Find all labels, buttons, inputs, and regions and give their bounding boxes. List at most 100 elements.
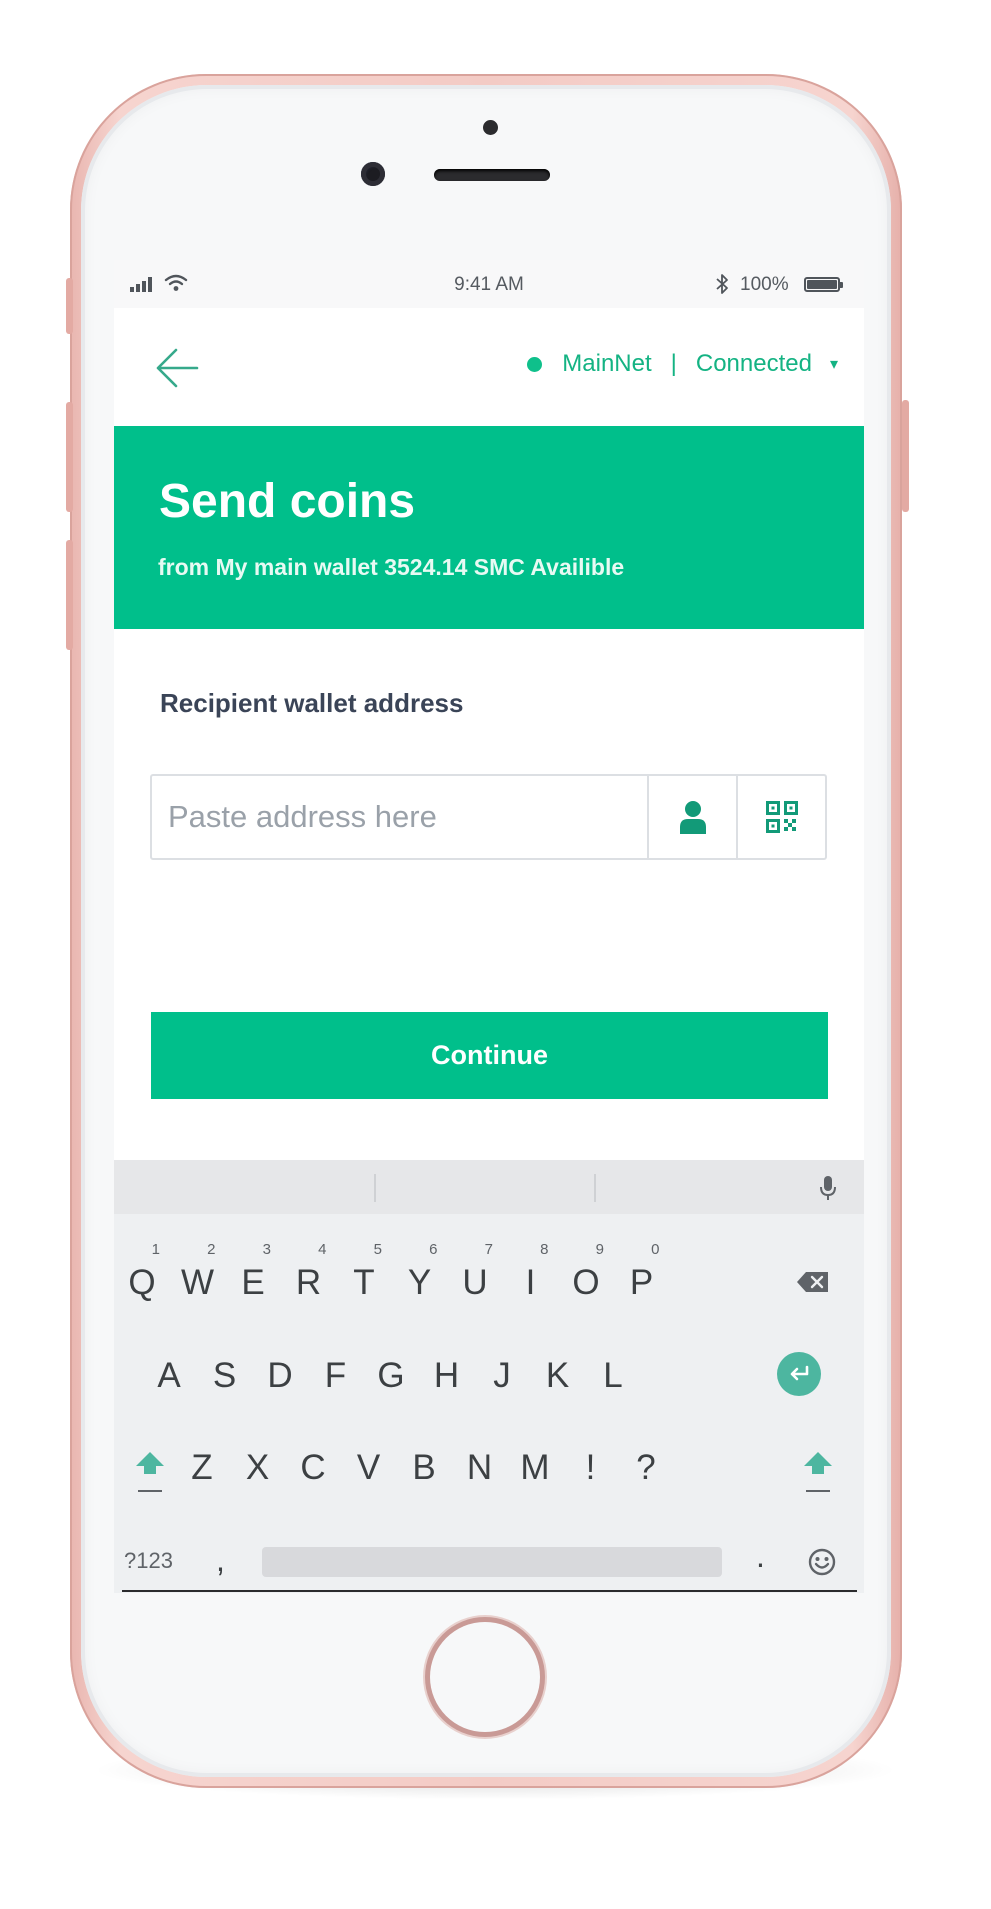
key-label: X [245,1448,270,1487]
key-b[interactable]: B [394,1438,454,1498]
key-h[interactable]: H [417,1346,477,1406]
key-question[interactable]: ? [616,1438,676,1498]
shift-key-left[interactable] [134,1450,166,1494]
comma-key[interactable]: , [216,1542,225,1579]
key-t[interactable]: T5 [334,1241,394,1313]
key-number-hint: 1 [151,1241,160,1258]
key-label: P [629,1263,654,1302]
key-label: V [356,1448,381,1487]
suggestion-divider [594,1174,596,1202]
key-number-hint: 3 [262,1241,271,1258]
network-status-dot [527,356,543,372]
page-title: Send coins [159,475,416,528]
volume-up-button [66,402,73,512]
mute-switch [66,278,73,334]
status-bar: 9:41 AM 100% [114,260,864,308]
key-k[interactable]: K [528,1346,588,1406]
key-a[interactable]: A [139,1346,199,1406]
network-selector[interactable]: MainNet | Connected ▾ [527,350,838,378]
key-d[interactable]: D [250,1346,310,1406]
key-number-hint: 6 [429,1241,438,1258]
key-i[interactable]: I8 [501,1241,561,1313]
contacts-button[interactable] [647,776,736,858]
key-label: Y [407,1263,432,1302]
key-f[interactable]: F [306,1346,366,1406]
key-m[interactable]: M [505,1438,565,1498]
key-l[interactable]: L [583,1346,643,1406]
arrow-left-icon[interactable] [155,348,199,388]
qr-code-icon [765,801,798,833]
chevron-down-icon: ▾ [829,356,838,373]
wallet-balance-subtitle: from My main wallet 3524.14 SMC Availibl… [158,554,625,580]
continue-button[interactable]: Continue [151,1012,828,1099]
person-icon [679,801,706,834]
key-label: B [412,1448,436,1487]
key-label: N [466,1448,493,1487]
key-label: A [157,1356,181,1395]
power-button [902,400,909,512]
key-label: T [353,1263,375,1302]
key-number-hint: 7 [484,1241,493,1258]
space-key[interactable] [262,1547,722,1577]
key-exclamation[interactable]: ! [561,1438,621,1498]
suggestion-divider [374,1174,376,1202]
symbols-key[interactable]: ?123 [124,1548,173,1574]
network-separator: | [670,350,677,377]
key-label: S [212,1356,237,1395]
key-label: G [377,1356,405,1395]
key-number-hint: 9 [595,1241,604,1258]
nav-bar: MainNet | Connected ▾ [114,308,864,426]
backspace-icon[interactable] [796,1270,830,1294]
key-q[interactable]: Q1 [114,1241,172,1313]
address-field-group [150,774,827,860]
key-g[interactable]: G [361,1346,421,1406]
address-input[interactable] [152,776,647,858]
emoji-icon[interactable] [808,1548,836,1576]
key-number-hint: 4 [318,1241,327,1258]
key-u[interactable]: U7 [445,1241,505,1313]
recipient-label: Recipient wallet address [160,688,464,718]
key-label: J [493,1356,511,1395]
key-s[interactable]: S [195,1346,255,1406]
key-label: ? [636,1448,656,1487]
scan-qr-button[interactable] [736,776,825,858]
earpiece-speaker [434,169,550,181]
key-label: Q [128,1263,156,1302]
key-number-hint: 2 [207,1241,216,1258]
key-v[interactable]: V [339,1438,399,1498]
key-label: F [324,1356,347,1395]
key-o[interactable]: O9 [556,1241,616,1313]
shift-icon [804,1452,832,1474]
front-camera-icon [361,162,385,186]
key-label: I [525,1263,536,1302]
period-key[interactable]: . [756,1538,765,1575]
key-j[interactable]: J [472,1346,532,1406]
key-r[interactable]: R4 [279,1241,339,1313]
key-c[interactable]: C [283,1438,343,1498]
enter-icon [790,1365,809,1381]
shift-icon [136,1452,164,1474]
key-y[interactable]: Y6 [390,1241,450,1313]
key-e[interactable]: E3 [223,1241,283,1313]
key-x[interactable]: X [228,1438,288,1498]
key-label: Z [191,1448,213,1487]
shift-key-right[interactable] [802,1450,834,1494]
proximity-sensor [483,120,498,135]
microphone-icon[interactable] [819,1175,837,1201]
key-n[interactable]: N [450,1438,510,1498]
key-label: R [295,1263,322,1302]
key-label: U [462,1263,488,1302]
key-label: O [572,1263,600,1302]
key-w[interactable]: W2 [168,1241,228,1313]
key-number-hint: 8 [540,1241,549,1258]
network-status: Connected [695,350,812,377]
key-number-hint: 5 [373,1241,382,1258]
soft-keyboard: Q 1 W 2 E 3 R 4 T 5 Y 6 U 7 I 8 O 9 P 0 A S D F G H J K L Z X C V B N M!? ?… [114,1160,864,1593]
home-button[interactable] [430,1622,540,1732]
key-label: H [433,1356,460,1395]
network-name: MainNet [562,350,652,377]
suggestion-bar [114,1160,864,1214]
key-p[interactable]: P0 [612,1241,672,1313]
enter-key[interactable] [777,1352,821,1396]
key-z[interactable]: Z [172,1438,232,1498]
